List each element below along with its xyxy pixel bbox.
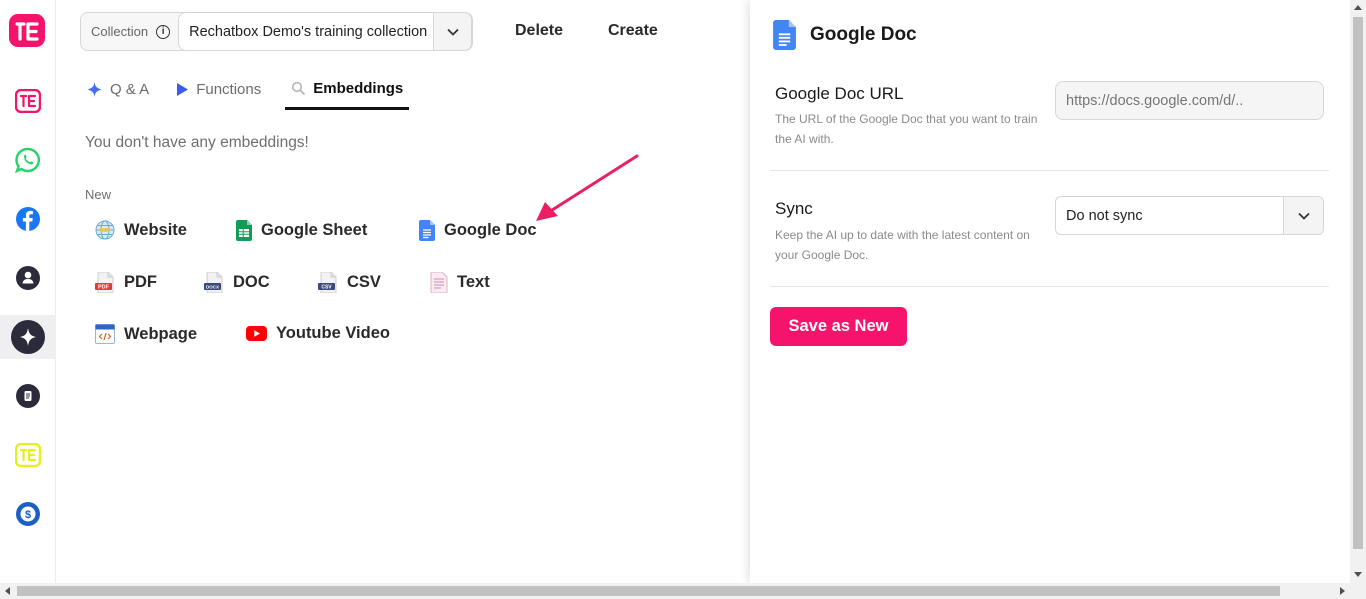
divider	[770, 170, 1329, 171]
rail-item-documents[interactable]	[6, 374, 50, 418]
info-icon[interactable]: i	[156, 24, 171, 39]
website-icon	[95, 220, 115, 240]
panel-title: Google Doc	[810, 24, 917, 45]
new-section-label: New	[85, 187, 112, 202]
google-doc-icon	[773, 20, 796, 50]
source-webpage-label: Webpage	[124, 324, 198, 343]
sync-field-description: Keep the AI up to date with the latest c…	[775, 228, 1030, 262]
google-doc-url-input[interactable]	[1055, 81, 1324, 120]
empty-embeddings-message: You don't have any embeddings!	[85, 134, 309, 151]
main-content: Collection i Rechatbox Demo's training c…	[56, 0, 750, 583]
svg-text:PDF: PDF	[98, 285, 110, 291]
tab-qa-label: Q & A	[110, 80, 150, 98]
whatsapp-icon	[15, 147, 41, 173]
svg-text:DOCX: DOCX	[206, 285, 219, 290]
scroll-down-icon[interactable]	[1354, 572, 1362, 577]
source-youtube-label: Youtube Video	[276, 324, 390, 342]
source-website-label: Website	[124, 220, 187, 239]
chevron-down-icon[interactable]	[433, 13, 472, 50]
pdf-icon: PDF	[95, 272, 114, 293]
svg-text:$: $	[25, 509, 31, 521]
url-field-title: Google Doc URL	[775, 84, 904, 103]
dollar-icon: $	[16, 502, 40, 526]
sync-field-title: Sync	[775, 199, 813, 218]
rail-item-billing[interactable]: $	[6, 492, 50, 536]
rail-item-contacts[interactable]	[6, 256, 50, 300]
source-pdf-label: PDF	[124, 273, 157, 291]
collection-label: Collection	[91, 24, 149, 39]
sync-select[interactable]: Do not sync	[1055, 196, 1324, 235]
rechatbox-logo-icon[interactable]	[9, 14, 45, 50]
source-youtube[interactable]: Youtube Video	[246, 324, 390, 343]
tab-qa[interactable]: Q & A	[84, 72, 151, 106]
google-doc-panel: Google Doc Google Doc URL The URL of the…	[750, 0, 1350, 583]
delete-button[interactable]: Delete	[515, 22, 563, 40]
csv-icon: CSV	[318, 272, 337, 293]
scroll-left-icon[interactable]	[5, 587, 10, 595]
svg-text:CSV: CSV	[321, 285, 332, 291]
source-doc-label: DOC	[233, 273, 270, 291]
source-csv-label: CSV	[347, 273, 381, 291]
source-webpage[interactable]: Webpage	[95, 324, 197, 344]
source-google-doc[interactable]: Google Doc	[419, 220, 537, 241]
annotation-arrow-icon	[536, 154, 639, 221]
tab-embeddings[interactable]: Embeddings	[285, 72, 410, 110]
google-sheet-icon	[236, 220, 252, 241]
source-pdf[interactable]: PDF PDF	[95, 272, 157, 293]
sync-selected-value: Do not sync	[1066, 207, 1143, 224]
source-doc[interactable]: DOCX DOC	[204, 272, 270, 293]
sparkle-icon	[87, 81, 102, 97]
horizontal-scrollbar[interactable]	[0, 583, 1366, 599]
collection-selected-value: Rechatbox Demo's training collection	[189, 23, 428, 40]
tab-functions[interactable]: Functions	[173, 72, 263, 106]
scroll-right-icon[interactable]	[1340, 587, 1345, 595]
source-google-doc-label: Google Doc	[444, 221, 537, 239]
sparkle-icon	[11, 320, 45, 354]
webpage-icon	[95, 324, 115, 344]
create-button[interactable]: Create	[608, 22, 658, 40]
source-website[interactable]: Website	[95, 220, 187, 240]
vertical-scroll-thumb[interactable]	[1353, 17, 1363, 549]
rail-item-rechatbox-alt[interactable]	[6, 433, 50, 477]
collection-picker: Collection i Rechatbox Demo's training c…	[80, 12, 474, 51]
tab-functions-label: Functions	[196, 80, 262, 98]
tab-embeddings-label: Embeddings	[313, 79, 404, 97]
divider	[770, 286, 1329, 287]
user-icon	[16, 266, 40, 290]
collection-label-group: Collection i	[81, 13, 178, 50]
rail-item-whatsapp[interactable]	[6, 138, 50, 182]
doc-icon: DOCX	[204, 272, 223, 293]
play-icon	[177, 82, 189, 96]
source-text[interactable]: Text	[430, 272, 490, 293]
rechatbox-icon	[15, 443, 41, 467]
facebook-icon	[16, 207, 40, 231]
tab-bar: Q & A Functions Embeddings	[84, 72, 410, 110]
source-google-sheet-label: Google Sheet	[261, 221, 368, 239]
scroll-up-icon[interactable]	[1354, 5, 1362, 10]
vertical-scrollbar[interactable]	[1350, 0, 1366, 583]
rail-item-rechatbox[interactable]	[6, 79, 50, 123]
rail-item-facebook[interactable]	[6, 197, 50, 241]
youtube-icon	[246, 326, 267, 341]
save-as-new-button[interactable]: Save as New	[770, 307, 907, 346]
search-icon	[292, 81, 306, 95]
source-google-sheet[interactable]: Google Sheet	[236, 220, 367, 241]
rechatbox-icon	[15, 89, 41, 113]
text-file-icon	[430, 272, 448, 293]
collection-select[interactable]: Rechatbox Demo's training collection	[178, 12, 473, 51]
url-field-description: The URL of the Google Doc that you want …	[775, 112, 1038, 146]
source-csv[interactable]: CSV CSV	[318, 272, 381, 293]
source-text-label: Text	[457, 273, 490, 291]
icon-rail: $	[0, 0, 56, 583]
google-doc-icon	[419, 220, 435, 241]
rail-item-ai-training[interactable]	[0, 315, 56, 359]
document-icon	[16, 384, 40, 408]
chevron-down-icon[interactable]	[1283, 197, 1323, 234]
horizontal-scroll-thumb[interactable]	[17, 586, 1280, 596]
